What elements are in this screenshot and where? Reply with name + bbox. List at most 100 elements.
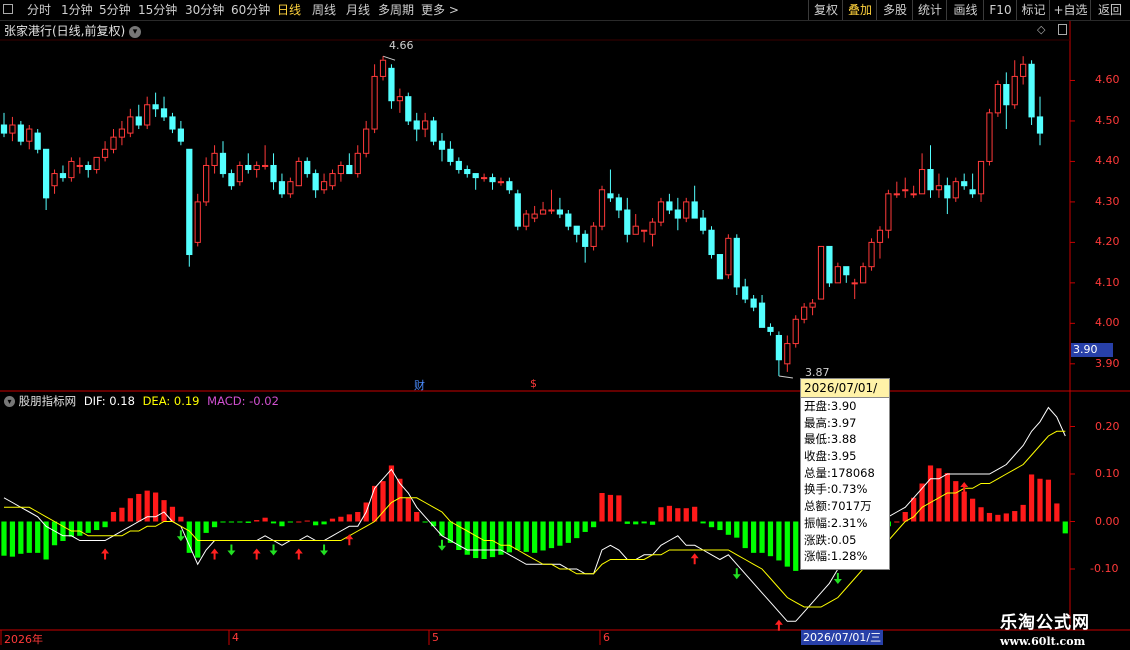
candle-body bbox=[674, 209, 681, 219]
macd-bar bbox=[473, 521, 479, 559]
period-tab[interactable]: 分时 bbox=[27, 0, 51, 20]
period-tab[interactable]: 60分钟 bbox=[231, 0, 270, 20]
toolbar-button[interactable]: 返回 bbox=[1090, 0, 1129, 20]
candle-body bbox=[969, 189, 976, 195]
candle-body bbox=[514, 193, 521, 227]
toolbar-button[interactable]: 复权 bbox=[808, 0, 843, 20]
macd-bar bbox=[338, 516, 344, 522]
macd-bar bbox=[405, 497, 411, 522]
macd-bar bbox=[161, 500, 167, 522]
macd-bar bbox=[515, 521, 521, 550]
price-tick-label: 4.50 bbox=[1095, 113, 1120, 127]
macd-bar bbox=[523, 521, 529, 552]
period-tab[interactable]: 5分钟 bbox=[99, 0, 131, 20]
toolbar-button[interactable]: 统计 bbox=[912, 0, 947, 20]
tooltip-close: 收盘:3.95 bbox=[804, 449, 857, 464]
period-tab[interactable]: 多周期 bbox=[378, 0, 414, 20]
macd-bar bbox=[953, 481, 959, 522]
period-tab[interactable]: 更多 > bbox=[421, 0, 459, 20]
period-tab[interactable]: 1分钟 bbox=[61, 0, 93, 20]
macd-bar bbox=[254, 520, 260, 522]
toolbar-button[interactable]: 标记 bbox=[1016, 0, 1050, 20]
candle-body bbox=[649, 221, 656, 235]
price-tick-label: 3.90 bbox=[1095, 356, 1120, 370]
macd-bar bbox=[414, 512, 420, 522]
candle-body bbox=[219, 152, 227, 175]
candle-body bbox=[809, 302, 816, 308]
candle-body bbox=[194, 201, 201, 243]
chevron-down-icon[interactable]: ▾ bbox=[4, 396, 15, 407]
macd-bar bbox=[641, 521, 647, 524]
macd-bar bbox=[127, 498, 133, 522]
candle-body bbox=[1003, 84, 1010, 106]
macd-bar bbox=[94, 521, 100, 531]
toolbar-button[interactable]: 叠加 bbox=[842, 0, 877, 20]
dividend-event-marker[interactable]: $ bbox=[530, 377, 537, 390]
period-toolbar: 分时 1分钟 5分钟 15分钟 30分钟 60分钟 日线 周线 月线 多周期 更多 > 复权 叠加 多股统… bbox=[0, 0, 1130, 21]
macd-bar bbox=[582, 521, 588, 532]
macd-bar bbox=[237, 521, 243, 523]
candle-body bbox=[607, 193, 614, 199]
sell-arrow bbox=[269, 544, 278, 556]
macd-bar bbox=[649, 521, 656, 525]
macd-bar bbox=[708, 521, 715, 528]
candle-body bbox=[657, 201, 665, 223]
candle-body bbox=[742, 286, 749, 300]
macd-bar bbox=[203, 521, 209, 533]
chevron-down-icon[interactable]: ▾ bbox=[129, 25, 142, 38]
macd-bar bbox=[85, 521, 91, 533]
buy-arrow bbox=[294, 548, 303, 560]
indicator-tick-label: 0.10 bbox=[1095, 467, 1120, 480]
candle-body bbox=[447, 148, 454, 162]
kline-chart-canvas[interactable] bbox=[0, 0, 1130, 650]
candle-body bbox=[523, 213, 530, 227]
candle-body bbox=[961, 181, 968, 187]
finance-event-marker[interactable]: 财 bbox=[414, 377, 425, 393]
sell-arrow bbox=[320, 544, 329, 556]
period-tab[interactable]: 周线 bbox=[312, 0, 336, 20]
macd-bar bbox=[296, 521, 302, 523]
buy-arrow bbox=[960, 482, 969, 493]
toolbar-button[interactable]: 画线 bbox=[946, 0, 984, 20]
macd-bar bbox=[666, 505, 673, 522]
macd-bar bbox=[18, 521, 24, 554]
candle-body bbox=[1011, 75, 1018, 106]
macd-bar bbox=[658, 507, 664, 522]
macd-bar bbox=[270, 521, 277, 524]
price-tick-label: 4.20 bbox=[1095, 235, 1120, 249]
toolbar-button[interactable]: 多股 bbox=[876, 0, 913, 20]
period-tab[interactable]: 15分钟 bbox=[138, 0, 177, 20]
candle-body bbox=[295, 160, 302, 187]
toolbar-button[interactable]: F10 bbox=[983, 0, 1017, 20]
candle-body bbox=[422, 120, 429, 130]
candle-body bbox=[93, 156, 100, 171]
indicator-name[interactable]: 股朋指标网 bbox=[19, 394, 77, 408]
candle-body bbox=[725, 237, 732, 276]
tooltip-turnover: 换手:0.73% bbox=[804, 482, 868, 497]
macd-bar bbox=[700, 521, 706, 524]
date-tick-label: 6 bbox=[603, 631, 610, 644]
period-tab[interactable]: 30分钟 bbox=[185, 0, 224, 20]
sell-arrow bbox=[437, 539, 446, 551]
macd-bar bbox=[970, 498, 976, 522]
macd-bar bbox=[894, 521, 900, 523]
candle-body bbox=[144, 104, 151, 126]
candle-body bbox=[363, 128, 370, 154]
candle-body bbox=[312, 173, 319, 191]
toolbar-button[interactable]: +自选 bbox=[1049, 0, 1091, 20]
macd-bar bbox=[540, 521, 546, 551]
window-icon[interactable] bbox=[3, 4, 13, 14]
price-tick-label: 4.40 bbox=[1095, 154, 1120, 168]
candle-body bbox=[615, 197, 622, 211]
candle-body bbox=[565, 213, 572, 227]
macd-bar bbox=[725, 521, 731, 535]
period-tab[interactable]: 日线 bbox=[277, 0, 301, 20]
candle-body bbox=[329, 173, 336, 187]
period-tab[interactable]: 月线 bbox=[346, 0, 370, 20]
macd-bar bbox=[228, 521, 235, 523]
macd-bar bbox=[68, 521, 74, 537]
settings-diamond-icon[interactable]: ◇ bbox=[1037, 23, 1045, 36]
price-tick-label: 4.00 bbox=[1095, 316, 1120, 330]
macd-bar bbox=[557, 521, 563, 546]
panel-toggle-icon[interactable] bbox=[1058, 24, 1067, 35]
